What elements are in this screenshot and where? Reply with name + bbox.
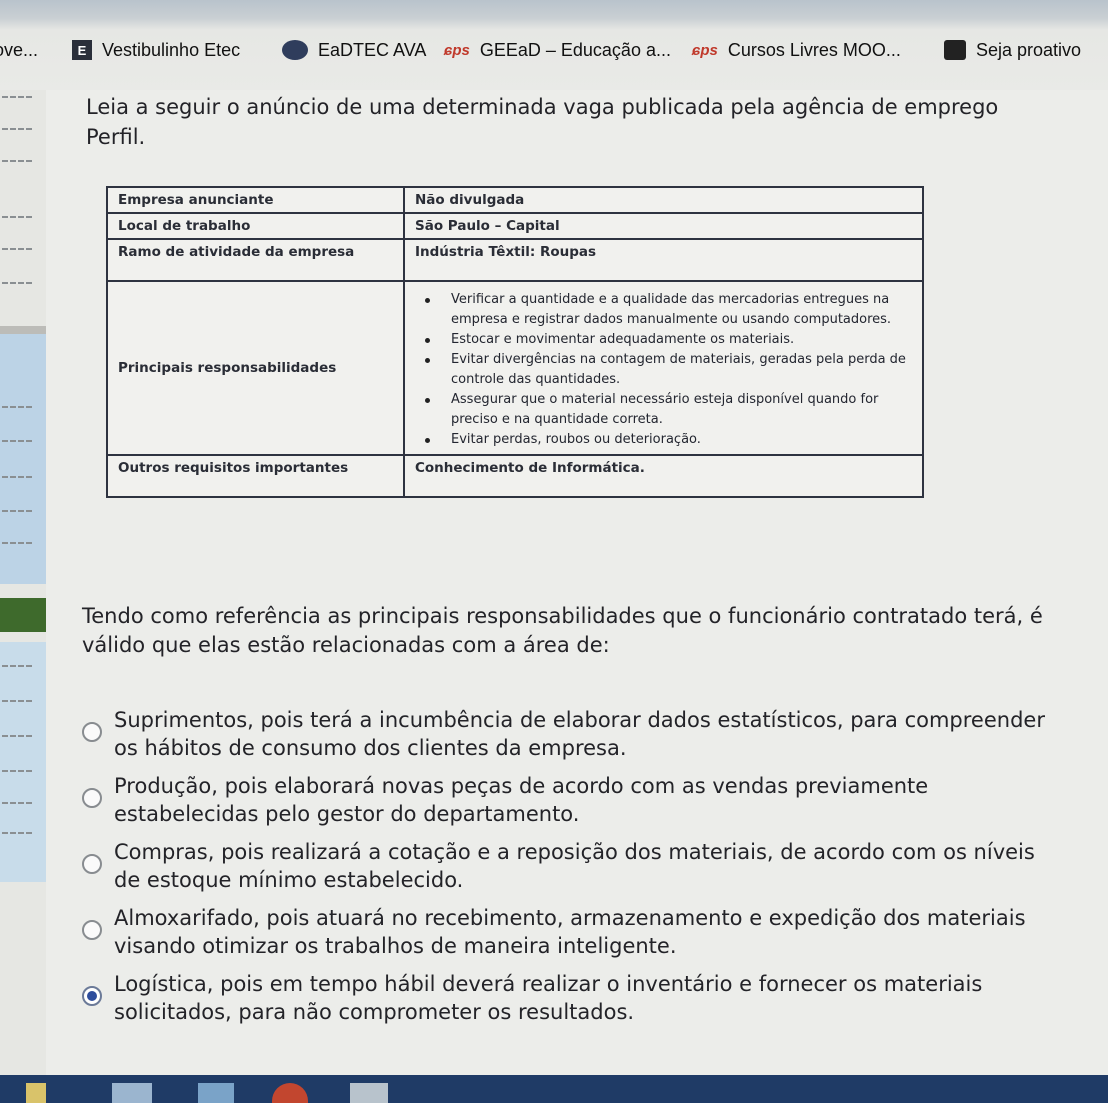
responsibilities-list: Verificar a quantidade e a qualidade das…	[415, 286, 912, 450]
table-value: São Paulo – Capital	[403, 212, 924, 240]
cps-icon: ɕps	[444, 41, 470, 59]
taskbar-app-icon[interactable]	[350, 1083, 388, 1103]
nav-marker[interactable]	[2, 282, 32, 284]
bookmark-cursos-livres[interactable]: ɕps Cursos Livres MOO...	[692, 36, 901, 64]
question-text: Tendo como referência as principais resp…	[82, 604, 1043, 657]
cps-icon: ɕps	[692, 41, 718, 59]
divider	[0, 326, 46, 334]
nav-marker[interactable]	[2, 542, 32, 544]
table-row: Outros requisitos importantes Conhecimen…	[106, 454, 924, 498]
nav-marker[interactable]	[2, 735, 32, 737]
table-row: Ramo de atividade da empresa Indústria T…	[106, 238, 924, 282]
option-text[interactable]: Logística, pois em tempo hábil deverá re…	[114, 970, 1054, 1026]
table-row: Empresa anunciante Não divulgada	[106, 186, 924, 214]
answer-option[interactable]: Compras, pois realizará a cotação e a re…	[80, 840, 1070, 908]
left-nav-strip	[0, 90, 46, 1075]
table-label: Ramo de atividade da empresa	[106, 238, 405, 282]
list-item: Estocar e movimentar adequadamente os ma…	[425, 330, 912, 350]
nav-marker[interactable]	[2, 510, 32, 512]
nav-marker[interactable]	[2, 96, 32, 98]
bookmark-label: Vestibulinho Etec	[102, 39, 241, 60]
taskbar-app-icon[interactable]	[26, 1083, 46, 1103]
taskbar-app-icon[interactable]	[112, 1083, 152, 1103]
table-value: Não divulgada	[403, 186, 924, 214]
answer-option[interactable]: Suprimentos, pois terá a incumbência de …	[80, 708, 1070, 776]
taskbar-app-icon[interactable]	[198, 1083, 234, 1103]
nav-marker[interactable]	[2, 216, 32, 218]
answer-option[interactable]: Logística, pois em tempo hábil deverá re…	[80, 972, 1070, 1040]
table-row: Local de trabalho São Paulo – Capital	[106, 212, 924, 240]
list-item: Evitar divergências na contagem de mater…	[425, 350, 912, 390]
answer-option[interactable]: Almoxarifado, pois atuará no recebimento…	[80, 906, 1070, 974]
list-item: Verificar a quantidade e a qualidade das…	[425, 290, 912, 330]
radio-button[interactable]	[82, 788, 102, 808]
table-label: Local de trabalho	[106, 212, 405, 240]
list-item: Evitar perdas, roubos ou deterioração.	[425, 430, 912, 450]
answer-option[interactable]: Produção, pois elaborará novas peças de …	[80, 774, 1070, 842]
table-value: Indústria Têxtil: Roupas	[403, 238, 924, 282]
bookmark-label: GEEaD – Educação a...	[479, 39, 671, 60]
bookmark-vestibulinho-etec[interactable]: E Vestibulinho Etec	[72, 36, 240, 64]
prompt-line: Leia a seguir o anúncio de uma determina…	[86, 95, 999, 119]
list-item: Assegurar que o material necessário este…	[425, 390, 912, 430]
side-panel	[0, 642, 46, 882]
nav-marker[interactable]	[2, 440, 32, 442]
bookmark-label: Cursos Livres MOO...	[727, 39, 901, 60]
bookmark-page-icon	[944, 40, 966, 60]
bookmark-overflow[interactable]: ove...	[0, 36, 38, 64]
nav-marker[interactable]	[2, 700, 32, 702]
browser-icon[interactable]	[272, 1083, 308, 1103]
nav-marker[interactable]	[2, 128, 32, 130]
option-text[interactable]: Produção, pois elaborará novas peças de …	[114, 772, 1054, 828]
bookmark-label: EaDTEC AVA	[318, 39, 427, 60]
bookmark-label: Seja proativo	[976, 39, 1082, 60]
table-label: Principais responsabilidades	[106, 280, 405, 456]
nav-marker[interactable]	[2, 160, 32, 162]
eadtec-icon	[282, 40, 308, 60]
bookmark-seja-proativo[interactable]: Seja proativo	[944, 36, 1081, 64]
nav-marker[interactable]	[2, 406, 32, 408]
side-band	[0, 598, 46, 632]
bookmark-eadtec-ava[interactable]: EaDTEC AVA	[282, 36, 426, 64]
responsibilities-cell: Verificar a quantidade e a qualidade das…	[403, 280, 924, 456]
question-content: Leia a seguir o anúncio de uma determina…	[46, 90, 1108, 1075]
option-text[interactable]: Almoxarifado, pois atuará no recebimento…	[114, 904, 1054, 960]
option-text[interactable]: Compras, pois realizará a cotação e a re…	[114, 838, 1054, 894]
option-text[interactable]: Suprimentos, pois terá a incumbência de …	[114, 706, 1054, 762]
table-label: Empresa anunciante	[106, 186, 405, 214]
nav-marker[interactable]	[2, 802, 32, 804]
etec-e-icon: E	[72, 40, 92, 60]
job-ad-table: Empresa anunciante Não divulgada Local d…	[106, 186, 924, 498]
table-row: Principais responsabilidades Verificar a…	[106, 280, 924, 456]
nav-marker[interactable]	[2, 476, 32, 478]
table-value: Conhecimento de Informática.	[403, 454, 924, 498]
side-panel	[0, 334, 46, 584]
bookmark-label: ove...	[0, 39, 39, 60]
nav-marker[interactable]	[2, 248, 32, 250]
taskbar	[0, 1075, 1108, 1103]
nav-marker[interactable]	[2, 832, 32, 834]
radio-button[interactable]	[82, 854, 102, 874]
answer-options: Suprimentos, pois terá a incumbência de …	[80, 708, 1070, 1040]
table-label: Outros requisitos importantes	[106, 454, 405, 498]
bookmark-geead[interactable]: ɕps GEEaD – Educação a...	[444, 36, 671, 64]
nav-marker[interactable]	[2, 770, 32, 772]
radio-button[interactable]	[82, 722, 102, 742]
nav-marker[interactable]	[2, 665, 32, 667]
bookmarks-bar: ove... E Vestibulinho Etec EaDTEC AVA ɕp…	[0, 0, 1108, 90]
prompt-line: Perfil.	[86, 125, 146, 149]
radio-button-selected[interactable]	[82, 986, 102, 1006]
question-prompt: Leia a seguir o anúncio de uma determina…	[86, 92, 1076, 152]
radio-button[interactable]	[82, 920, 102, 940]
